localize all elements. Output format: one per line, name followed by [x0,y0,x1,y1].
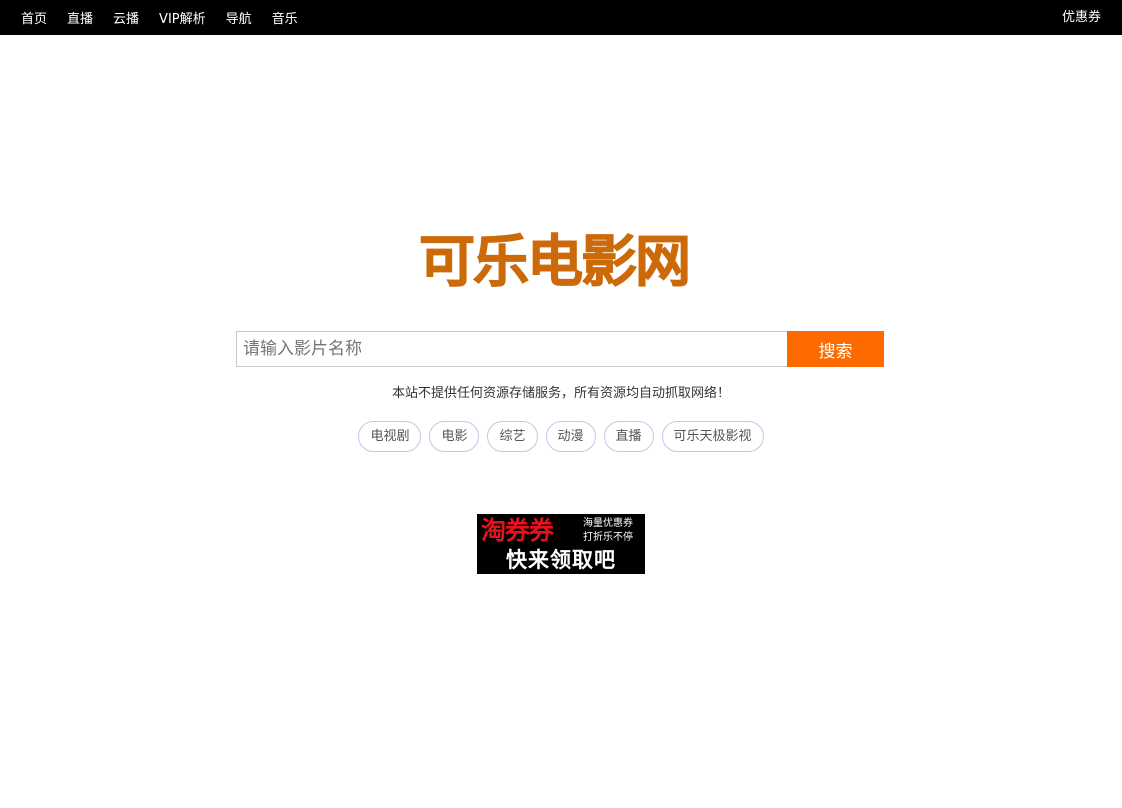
nav-item-home[interactable]: 首页 [21,8,47,27]
nav-item-vip-parse[interactable]: VIP解析 [159,8,206,27]
search-button[interactable]: 搜索 [787,331,884,367]
disclaimer-notice: 本站不提供任何资源存储服务，所有资源均自动抓取网络！ [391,386,730,401]
banner-bottom-text: 快来领取吧 [506,548,616,572]
nav-item-navigation[interactable]: 导航 [226,8,252,27]
nav-item-cloud-play[interactable]: 云播 [113,8,139,27]
nav-item-music[interactable]: 音乐 [272,8,298,27]
tag-anime[interactable]: 动漫 [545,421,596,452]
banner-line-2: 打折乐不停 [583,532,633,543]
tag-movie[interactable]: 电影 [429,421,480,452]
tag-variety[interactable]: 综艺 [487,421,538,452]
nav-item-live[interactable]: 直播 [67,8,93,27]
coupon-banner-ad[interactable]: 淘券券 海量优惠券 打折乐不停 快来领取吧 [477,514,645,574]
search-bar: 搜索 [236,331,884,367]
main-nav: 首页 直播 云播 VIP解析 导航 音乐 [21,0,298,35]
site-logo: 可乐电影网 [419,230,692,296]
banner-title: 淘券券 [481,516,554,545]
banner-line-1: 海量优惠券 [583,518,633,529]
tag-kele-tianji[interactable]: 可乐天极影视 [661,421,764,452]
top-navbar: 首页 直播 云播 VIP解析 导航 音乐 优惠券 [0,0,1122,35]
category-tags: 电视剧 电影 综艺 动漫 直播 可乐天极影视 [0,421,1122,452]
tag-tv-series[interactable]: 电视剧 [358,421,422,452]
tag-live[interactable]: 直播 [603,421,654,452]
coupon-link[interactable]: 优惠券 [1062,0,1101,35]
search-input[interactable] [236,331,787,367]
